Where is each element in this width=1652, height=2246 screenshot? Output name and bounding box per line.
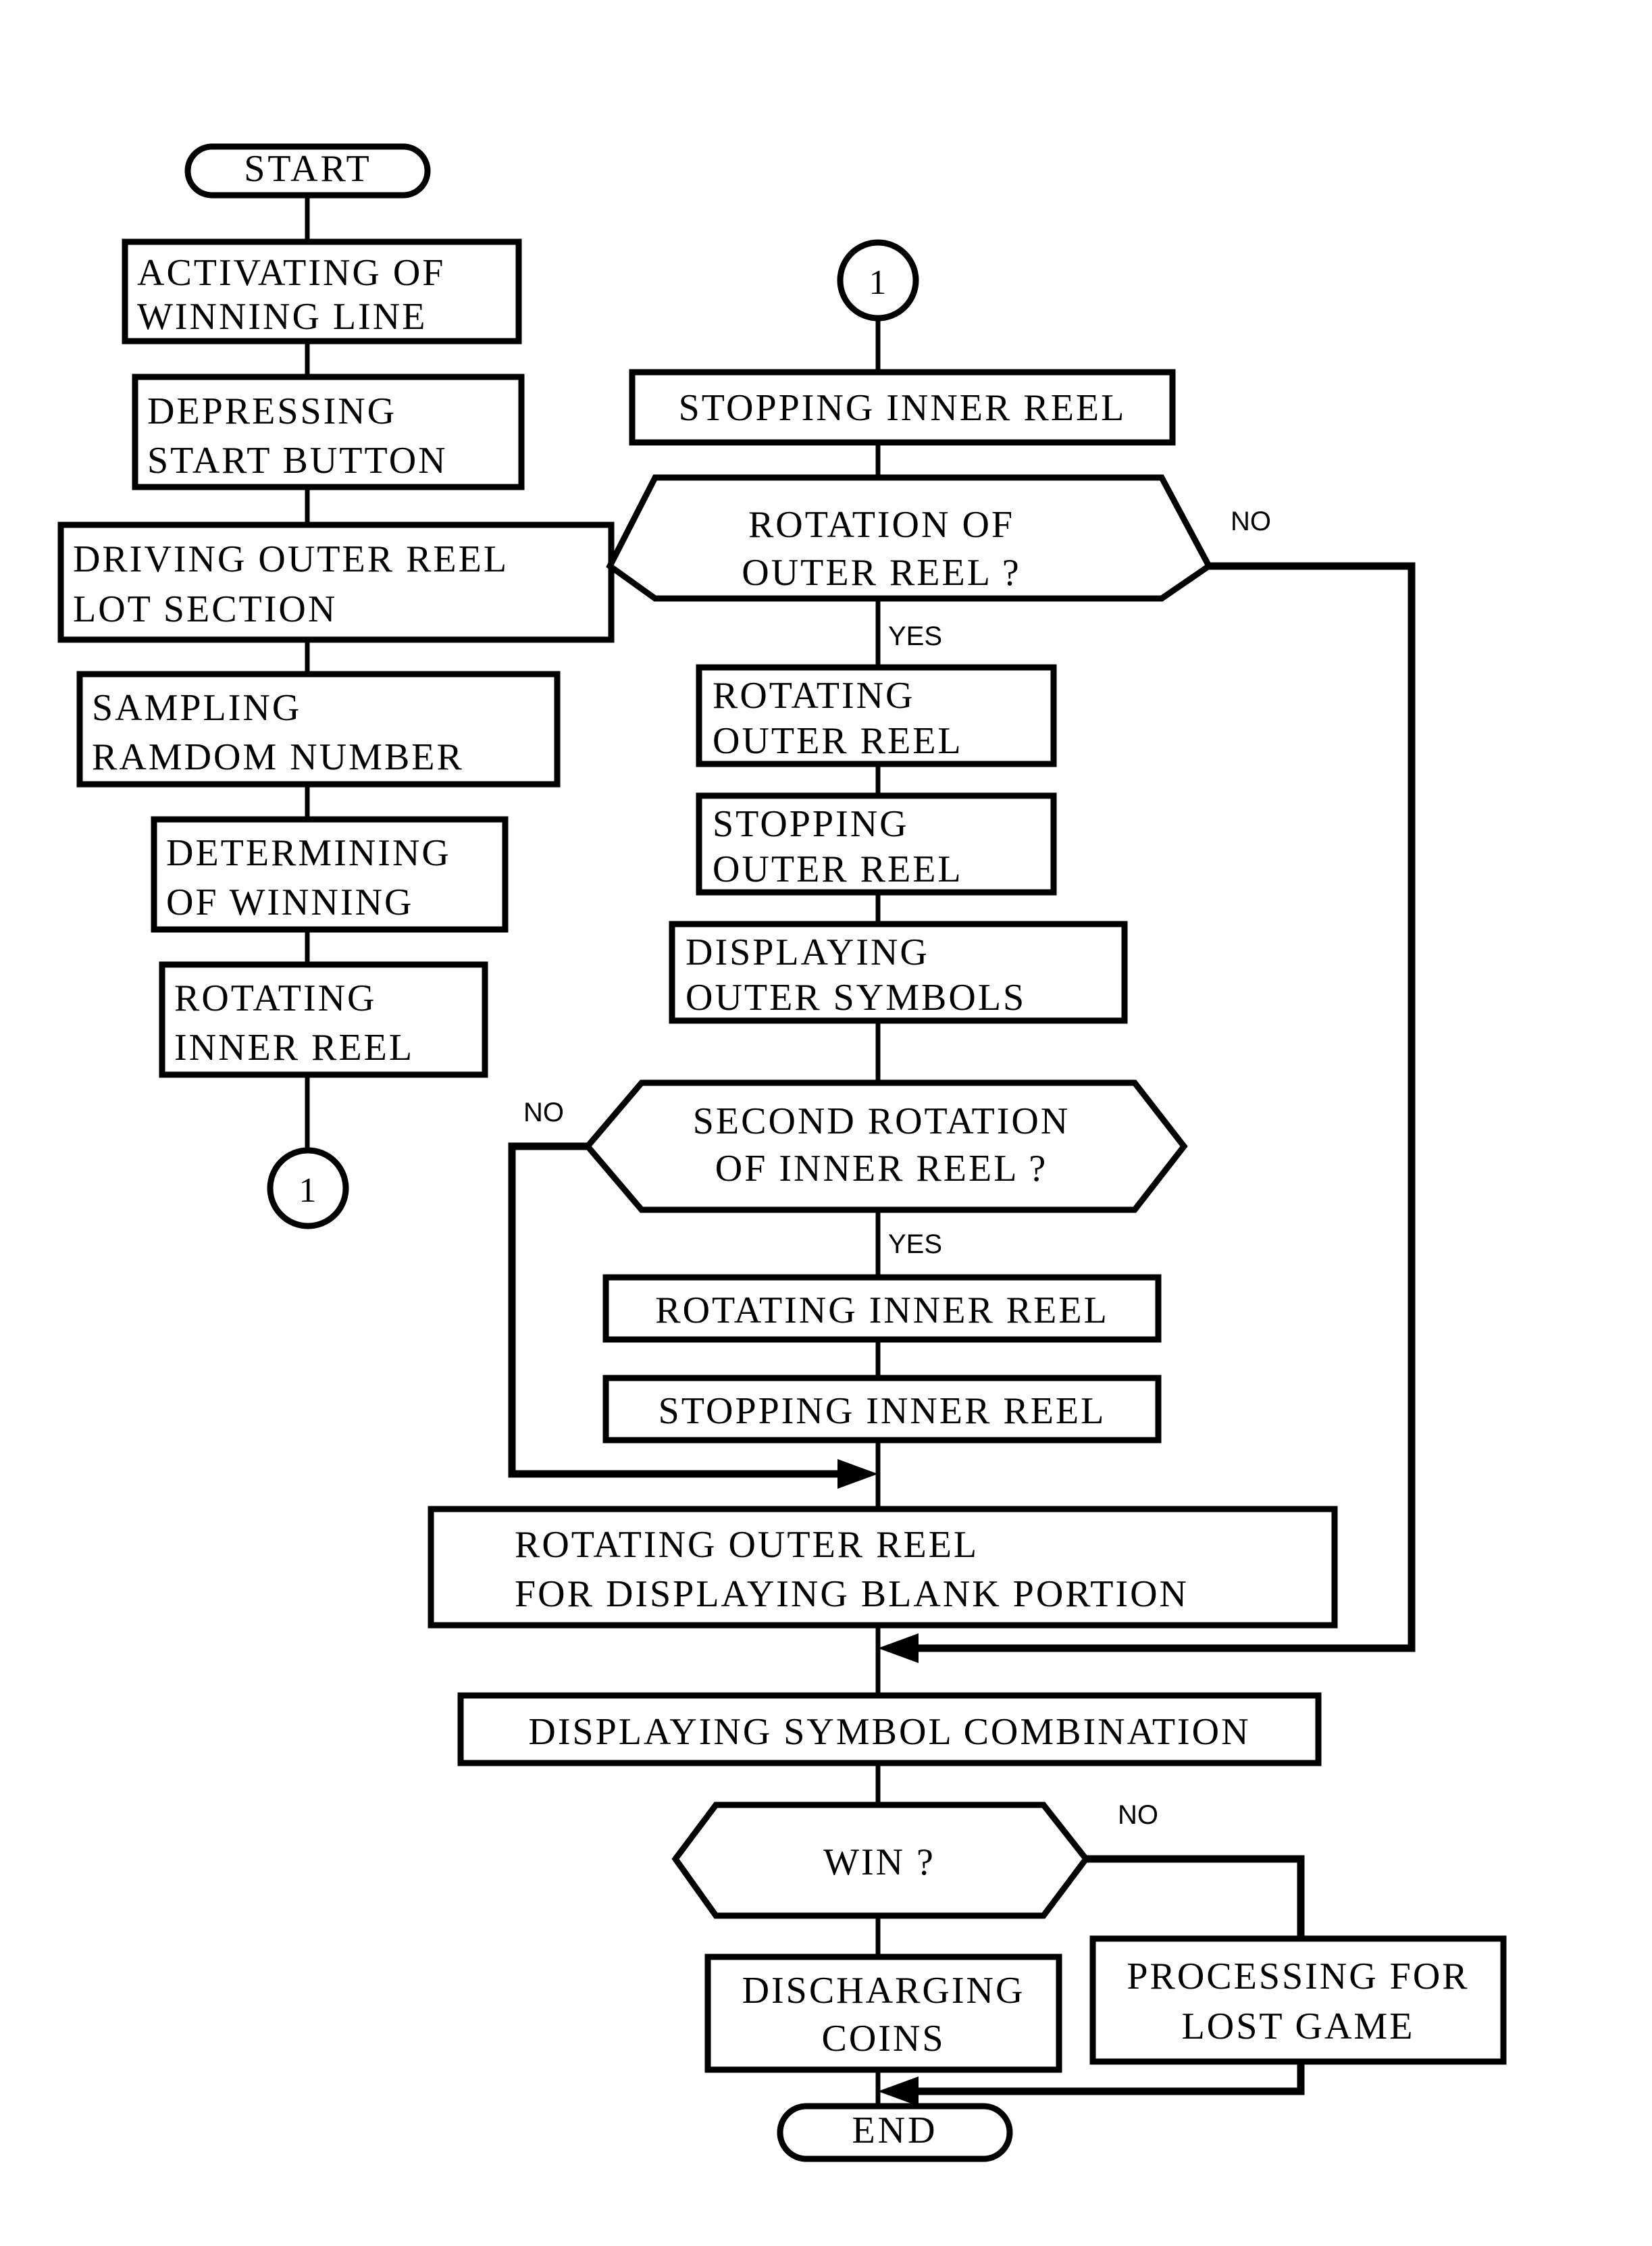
determining-of-winning-text-2: OF WINNING — [166, 882, 414, 923]
node-rotating-inner-reel-1: ROTATING INNER REEL — [159, 961, 488, 1078]
depressing-start-button-text-1: DEPRESSING — [147, 390, 396, 432]
rotating-outer-reel-text-2: OUTER REEL — [713, 720, 963, 762]
stopping-outer-reel-text-2: OUTER REEL — [713, 848, 963, 890]
node-win: WIN ? — [671, 1802, 1090, 1919]
driving-outer-reel-text-1: DRIVING OUTER REEL — [73, 538, 509, 580]
stopping-outer-reel-text-1: STOPPING — [713, 803, 909, 845]
second-rotation-text-2: OF INNER REEL ? — [715, 1148, 1048, 1190]
win-no-polyline — [1086, 1855, 1305, 1939]
rotating-outer-reel-text-1: ROTATING — [713, 675, 915, 717]
node-driving-outer-reel: DRIVING OUTER REEL LOT SECTION — [57, 521, 615, 643]
displaying-symbol-combination-text: DISPLAYING SYMBOL COMBINATION — [528, 1711, 1250, 1753]
lost-game-to-end-arrowhead — [878, 2076, 919, 2106]
rotating-outer-reel-blank-text-2: FOR DISPLAYING BLANK PORTION — [515, 1573, 1189, 1615]
discharging-coins-text-1: DISCHARGING — [742, 1970, 1025, 2012]
flowchart-page: START ACTIVATING OF WINNING LINE DEPRESS… — [0, 0, 1652, 2246]
stopping-inner-reel-1-text: STOPPING INNER REEL — [679, 387, 1127, 429]
edge-label-rotation-no: NO — [1231, 507, 1271, 536]
rotating-outer-reel-blank-text-1: ROTATING OUTER REEL — [515, 1524, 979, 1566]
sampling-random-number-text-1: SAMPLING — [92, 687, 301, 729]
node-displaying-symbol-combination: DISPLAYING SYMBOL COMBINATION — [457, 1692, 1322, 1766]
node-processing-for-lost-game: PROCESSING FOR LOST GAME — [1089, 1935, 1507, 2065]
sampling-random-number-text-2: RAMDOM NUMBER — [92, 736, 464, 778]
determining-of-winning-text-1: DETERMINING — [166, 832, 451, 874]
win-text: WIN ? — [823, 1841, 935, 1883]
node-rotating-outer-reel-blank: ROTATING OUTER REEL FOR DISPLAYING BLANK… — [428, 1506, 1338, 1629]
displaying-outer-symbols-text-1: DISPLAYING — [686, 931, 929, 973]
rotation-no-arrowhead — [878, 1633, 919, 1663]
processing-for-lost-game-text-2: LOST GAME — [1182, 2006, 1415, 2047]
node-end: END — [777, 2103, 1013, 2162]
activating-winning-line-text-1: ACTIVATING OF — [137, 252, 445, 294]
rotating-inner-reel-1-text-1: ROTATING — [174, 977, 377, 1019]
node-rotation-of-outer-reel: ROTATION OF OUTER REEL ? — [606, 474, 1213, 602]
processing-for-lost-game-text-1: PROCESSING FOR — [1127, 1956, 1469, 1997]
node-rotating-outer-reel: ROTATING OUTER REEL — [696, 664, 1057, 767]
rotation-of-outer-reel-text-2: OUTER REEL ? — [742, 552, 1021, 594]
node-sampling-random-number: SAMPLING RAMDOM NUMBER — [76, 671, 561, 788]
node-stopping-outer-reel: STOPPING OUTER REEL — [696, 792, 1057, 896]
start-label: START — [244, 148, 372, 190]
node-rotating-inner-reel-2: ROTATING INNER REEL — [602, 1274, 1162, 1343]
connector-a-out-label: 1 — [299, 1171, 317, 1210]
node-second-rotation-of-inner-reel: SECOND ROTATION OF INNER REEL ? — [584, 1079, 1188, 1213]
edge-label-win-no: NO — [1118, 1800, 1158, 1830]
edge-win-no: NO — [1086, 1800, 1305, 1939]
node-determining-of-winning: DETERMINING OF WINNING — [151, 816, 509, 933]
second-rotation-text-1: SECOND ROTATION — [693, 1100, 1070, 1142]
node-connector-a-in: 1 — [837, 239, 919, 322]
edge-label-second-rotation-yes: YES — [888, 1229, 942, 1259]
displaying-outer-symbols-text-2: OUTER SYMBOLS — [686, 977, 1026, 1019]
node-stopping-inner-reel-1: STOPPING INNER REEL — [629, 369, 1176, 446]
flowchart-canvas: START ACTIVATING OF WINNING LINE DEPRESS… — [57, 143, 1507, 2162]
node-stopping-inner-reel-2: STOPPING INNER REEL — [602, 1375, 1162, 1444]
node-start: START — [184, 143, 431, 199]
depressing-start-button-text-2: START BUTTON — [147, 440, 448, 482]
node-connector-a-out: 1 — [267, 1147, 349, 1229]
node-activating-winning-line: ACTIVATING OF WINNING LINE — [122, 238, 522, 344]
edge-label-second-rotation-no: NO — [523, 1098, 564, 1127]
activating-winning-line-text-2: WINNING LINE — [137, 296, 427, 338]
second-rotation-no-arrowhead — [837, 1459, 878, 1489]
node-displaying-outer-symbols: DISPLAYING OUTER SYMBOLS — [669, 921, 1128, 1024]
rotating-inner-reel-1-text-2: INNER REEL — [174, 1027, 414, 1069]
connector-a-in-label: 1 — [869, 263, 887, 302]
end-label: END — [852, 2110, 937, 2151]
edge-label-rotation-yes: YES — [888, 621, 942, 651]
stopping-inner-reel-2-text: STOPPING INNER REEL — [659, 1390, 1106, 1432]
discharging-coins-text-2: COINS — [821, 2018, 945, 2060]
node-discharging-coins: DISCHARGING COINS — [704, 1954, 1062, 2073]
node-depressing-start-button: DEPRESSING START BUTTON — [132, 374, 525, 490]
rotation-of-outer-reel-text-1: ROTATION OF — [748, 504, 1014, 546]
driving-outer-reel-text-2: LOT SECTION — [73, 588, 337, 630]
rotating-inner-reel-2-text: ROTATING INNER REEL — [655, 1290, 1109, 1331]
